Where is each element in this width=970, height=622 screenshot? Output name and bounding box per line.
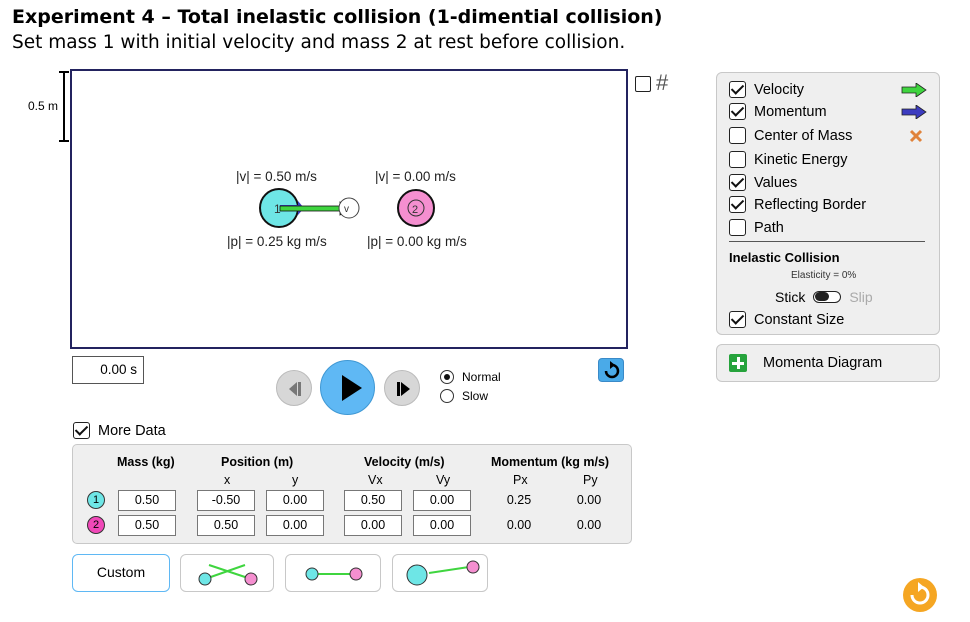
stick-slip-toggle[interactable] <box>813 291 842 303</box>
preset-head-on-button[interactable] <box>285 554 381 592</box>
px-subheader: Px <box>513 473 528 487</box>
speed-slow-option[interactable]: Slow <box>440 389 488 403</box>
ball-2-number: 2 <box>412 204 418 216</box>
ball2-y-input[interactable]: 0.00 <box>266 515 324 536</box>
play-button[interactable] <box>320 360 375 415</box>
reset-button[interactable] <box>598 358 624 382</box>
x-subheader: x <box>224 473 231 487</box>
ball1-py-value: 0.00 <box>576 493 602 507</box>
kinetic-energy-checkbox[interactable] <box>729 151 746 168</box>
velocity-arrow-body <box>279 205 341 212</box>
speed-normal-radio[interactable] <box>440 370 454 384</box>
heading: Experiment 4 – Total inelastic collision… <box>12 6 663 53</box>
ball1-px-value: 0.25 <box>506 493 532 507</box>
orange-x-icon <box>909 129 923 143</box>
reflecting-border-checkbox[interactable] <box>729 196 746 213</box>
step-forward-button[interactable] <box>384 370 420 406</box>
step-forward-icon <box>397 382 410 396</box>
refresh-button[interactable] <box>903 578 937 612</box>
momentum-checkbox[interactable] <box>729 103 746 120</box>
center-of-mass-checkbox[interactable] <box>729 127 746 144</box>
scale-label: 0.5 m <box>28 99 59 113</box>
kinetic-energy-option[interactable]: Kinetic Energy <box>729 151 848 168</box>
crossing-preset-icon <box>198 564 258 586</box>
ball1-x-input[interactable]: -0.50 <box>197 490 255 511</box>
ball2-py-value: 0.00 <box>576 518 602 532</box>
scale-bar <box>59 71 69 142</box>
vy-subheader: Vy <box>436 473 451 487</box>
y-subheader: y <box>292 473 299 487</box>
elasticity-label: Elasticity = 0% <box>791 270 857 281</box>
custom-preset-button[interactable]: Custom <box>72 554 170 592</box>
ball1-mass-input[interactable]: 0.50 <box>118 490 176 511</box>
values-checkbox[interactable] <box>729 174 746 191</box>
inelastic-collision-title: Inelastic Collision <box>729 250 840 265</box>
step-back-icon <box>289 382 301 396</box>
py-subheader: Py <box>583 473 598 487</box>
more-data-option[interactable]: More Data <box>73 422 166 439</box>
values-option[interactable]: Values <box>729 174 797 191</box>
balls-layer: 1 v 2 <box>259 188 435 228</box>
center-of-mass-option[interactable]: Center of Mass <box>729 127 852 144</box>
ball1-icon: 1 <box>87 491 105 509</box>
slip-label: Slip <box>849 289 873 305</box>
ball2-px-value: 0.00 <box>506 518 532 532</box>
constant-size-checkbox[interactable] <box>729 311 746 328</box>
page-title: Experiment 4 – Total inelastic collision… <box>12 6 663 28</box>
velocity-option[interactable]: Velocity <box>729 81 804 98</box>
ball1-vx-input[interactable]: 0.50 <box>344 490 402 511</box>
constant-size-option[interactable]: Constant Size <box>729 311 844 328</box>
velocity-handle <box>338 197 360 219</box>
momenta-diagram-label: Momenta Diagram <box>763 355 883 371</box>
preset-one-moving-button[interactable] <box>392 554 488 592</box>
momenta-diagram-button[interactable]: Momenta Diagram <box>716 344 940 382</box>
reset-icon <box>604 361 620 379</box>
reflecting-border-option[interactable]: Reflecting Border <box>729 196 866 213</box>
time-readout: 0.00 s <box>72 356 144 384</box>
ball2-icon: 2 <box>87 516 105 534</box>
mass-header: Mass (kg) <box>117 455 175 469</box>
speed-slow-radio[interactable] <box>440 389 454 403</box>
speed-normal-option[interactable]: Normal <box>440 370 501 384</box>
vx-subheader: Vx <box>368 473 383 487</box>
refresh-icon <box>910 582 930 605</box>
blue-arrow-icon <box>901 105 927 119</box>
momentum-header: Momentum (kg m/s) <box>491 455 610 469</box>
path-option[interactable]: Path <box>729 219 784 236</box>
svg-text:v: v <box>344 204 349 215</box>
ball2-mass-input[interactable]: 0.50 <box>118 515 176 536</box>
preset-crossing-button[interactable] <box>180 554 274 592</box>
position-header: Position (m) <box>221 455 294 469</box>
velocity-header: Velocity (m/s) <box>364 455 445 469</box>
grid-icon: # <box>656 70 669 95</box>
head-on-preset-icon <box>305 567 363 581</box>
page-subtitle: Set mass 1 with initial velocity and mas… <box>12 32 626 53</box>
ball1-y-input[interactable]: 0.00 <box>266 490 324 511</box>
ball2-x-input[interactable]: 0.50 <box>197 515 255 536</box>
data-table: Mass (kg) Position (m) Velocity (m/s) Mo… <box>72 444 632 544</box>
ball2-vx-input[interactable]: 0.00 <box>344 515 402 536</box>
ball2-vy-input[interactable]: 0.00 <box>413 515 471 536</box>
path-checkbox[interactable] <box>729 219 746 236</box>
momentum-option[interactable]: Momentum <box>729 103 827 120</box>
plus-icon <box>729 354 747 372</box>
ball1-vy-input[interactable]: 0.00 <box>413 490 471 511</box>
stick-slip-toggle-row: Stick Slip <box>775 289 873 305</box>
step-back-button[interactable] <box>276 370 312 406</box>
panel-divider <box>729 241 925 242</box>
more-data-checkbox[interactable] <box>73 422 90 439</box>
grid-checkbox[interactable] <box>635 76 651 92</box>
one-moving-preset-icon <box>406 560 480 586</box>
green-arrow-icon <box>901 83 927 97</box>
options-panel: Velocity Momentum Center of Mass Kinetic… <box>716 72 940 335</box>
velocity-checkbox[interactable] <box>729 81 746 98</box>
stick-label: Stick <box>775 289 806 305</box>
